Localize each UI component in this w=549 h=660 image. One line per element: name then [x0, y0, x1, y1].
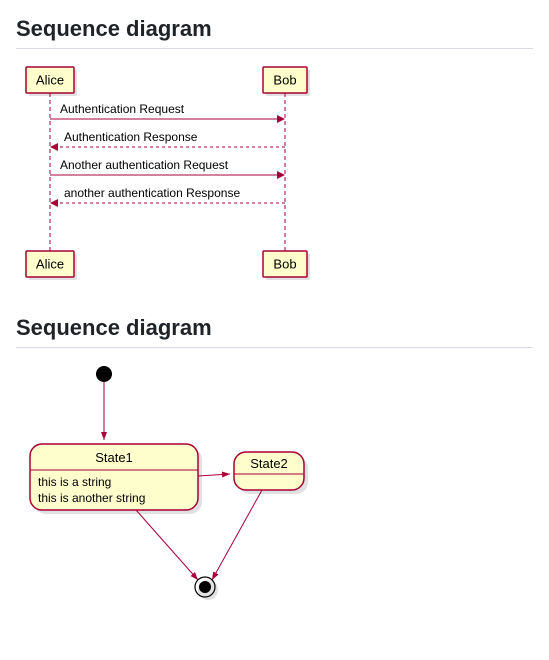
state-diagram-section: Sequence diagram State1 this is a string… — [16, 315, 533, 616]
initial-state-icon — [96, 366, 112, 382]
arrow-head-icon — [277, 115, 285, 123]
final-state-icon — [199, 581, 211, 593]
arrow-head-icon — [277, 171, 285, 179]
actor-label: Alice — [36, 72, 64, 87]
state-body-line: this is another string — [38, 491, 145, 505]
arrow-head-icon — [50, 199, 58, 207]
message-label: Authentication Request — [60, 102, 185, 116]
state-name: State1 — [95, 450, 133, 465]
state-name: State2 — [250, 456, 288, 471]
section-title: Sequence diagram — [16, 16, 533, 49]
transition-arrow — [198, 474, 230, 476]
actor-label: Bob — [273, 256, 296, 271]
sequence-diagram: Alice Bob Authentication Request Authent… — [16, 57, 336, 287]
arrow-head-icon — [50, 143, 58, 151]
sequence-diagram-section: Sequence diagram Alice Bob Authenticatio… — [16, 16, 533, 287]
transition-arrow — [136, 510, 198, 580]
transition-arrow — [212, 490, 262, 580]
actor-label: Bob — [273, 72, 296, 87]
state-body-line: this is a string — [38, 475, 111, 489]
actor-label: Alice — [36, 256, 64, 271]
message-label: Authentication Response — [64, 130, 198, 144]
state-diagram: State1 this is a string this is another … — [16, 356, 336, 616]
message-label: another authentication Response — [64, 186, 240, 200]
message-label: Another authentication Request — [60, 158, 229, 172]
section-title: Sequence diagram — [16, 315, 533, 348]
